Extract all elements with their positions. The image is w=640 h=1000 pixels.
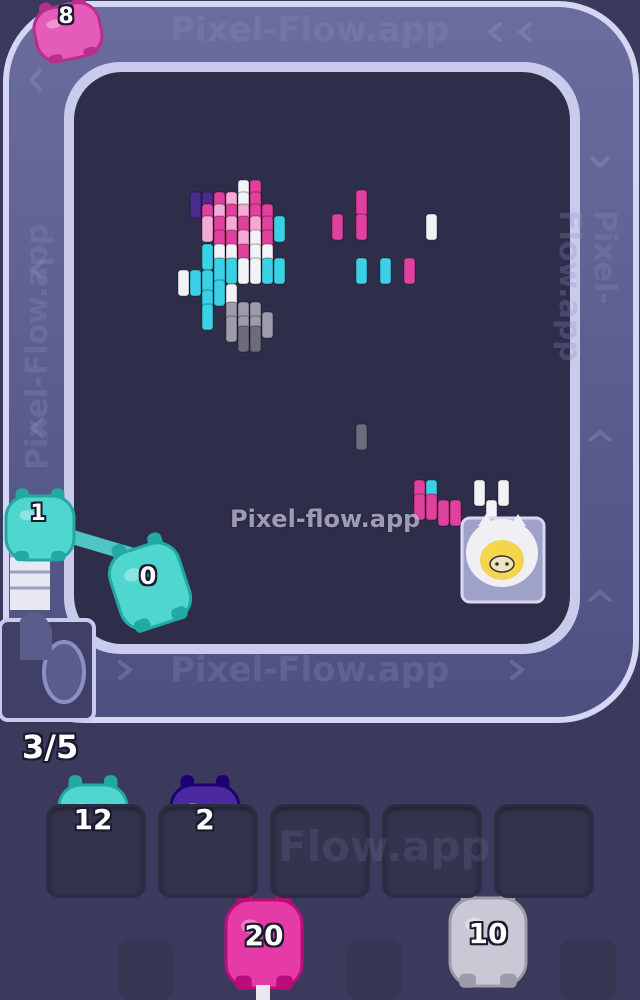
bottom-belt-watermark: Pixel-Flow.app	[170, 650, 450, 690]
pixel-block	[355, 189, 368, 217]
pixel-block	[249, 325, 262, 353]
slots-watermark: Flow.app	[278, 822, 491, 871]
center-watermark: Pixel-flow.app	[230, 505, 421, 533]
placeholder-slot	[346, 940, 402, 1000]
pixel-block	[403, 257, 416, 285]
pixel-block	[425, 213, 438, 241]
pixel-block	[237, 325, 250, 353]
pixel-block	[449, 499, 462, 527]
placeholder-slot	[560, 940, 616, 1000]
pixel-block	[213, 279, 226, 307]
pixel-block	[355, 423, 368, 451]
pixel-block	[177, 269, 190, 297]
queue-slot-1[interactable]	[46, 804, 146, 898]
pixel-block	[437, 499, 450, 527]
left-belt-watermark: Pixel-Flow.app	[20, 223, 55, 470]
pixel-block	[201, 303, 214, 331]
golden-pig-box	[460, 514, 546, 604]
queue-slot-2[interactable]	[158, 804, 258, 898]
pixel-block	[201, 215, 214, 243]
pixel-block	[355, 213, 368, 241]
pixel-block	[225, 315, 238, 343]
pixel-block	[379, 257, 392, 285]
game-stage: Pixel-Flow.app Pixel-Flow.app Pixel-Flow…	[0, 0, 640, 1000]
pixel-block	[273, 257, 286, 285]
pixel-block	[189, 269, 202, 297]
pig-tail	[256, 985, 270, 1000]
pixel-block	[355, 257, 368, 285]
pixel-block	[425, 493, 438, 521]
waiting-pig-2[interactable]	[448, 887, 528, 988]
top-belt-watermark: Pixel-Flow.app	[170, 10, 450, 50]
pixel-block	[473, 479, 486, 507]
pixel-block	[497, 479, 510, 507]
pixel-block	[331, 213, 344, 241]
pixel-block	[189, 191, 202, 219]
pixel-block	[261, 311, 274, 339]
waiting-pig-1[interactable]	[224, 889, 304, 990]
pixel-block	[201, 243, 214, 271]
right-belt-watermark: Pixel-Flow.app	[552, 210, 622, 362]
pixel-block	[273, 215, 286, 243]
shooter-pig-1[interactable]	[4, 488, 76, 562]
queue-slot-5[interactable]	[494, 804, 594, 898]
pixel-block	[249, 257, 262, 285]
pixel-block	[225, 257, 238, 285]
placeholder-slot	[118, 940, 174, 1000]
pixel-block	[261, 257, 274, 285]
pixel-block	[237, 257, 250, 285]
